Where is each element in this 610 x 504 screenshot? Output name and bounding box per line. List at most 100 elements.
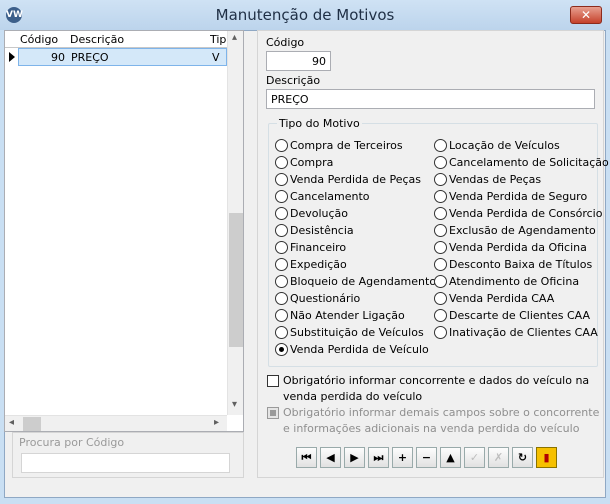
horizontal-scrollbar[interactable]: ◂ ▸	[5, 415, 227, 431]
radio-circle[interactable]	[275, 173, 288, 186]
codigo-field[interactable]: 90	[266, 51, 331, 71]
radio-label: Inativação de Clientes CAA	[449, 326, 598, 339]
prev-record-button[interactable]: ◀	[320, 447, 341, 468]
next-record-button[interactable]: ▶	[344, 447, 365, 468]
radio-circle[interactable]	[434, 326, 447, 339]
radio-tipo-4-col1[interactable]: Devolução	[275, 206, 435, 221]
radio-tipo-1-col1[interactable]: Compra	[275, 155, 435, 170]
cell-descricao[interactable]: PREÇO	[71, 51, 109, 64]
horizontal-scroll-thumb[interactable]	[23, 417, 41, 431]
checkbox-label: Obrigatório informar demais campos sobre…	[283, 406, 600, 435]
radio-circle[interactable]	[275, 241, 288, 254]
radio-tipo-11-col1[interactable]: Substituição de Veículos	[275, 325, 435, 340]
radio-circle[interactable]	[275, 292, 288, 305]
radio-tipo-5-col2[interactable]: Exclusão de Agendamento	[434, 223, 596, 238]
radio-circle[interactable]	[275, 275, 288, 288]
radio-tipo-8-col2[interactable]: Atendimento de Oficina	[434, 274, 594, 289]
radio-circle[interactable]	[275, 309, 288, 322]
window-title: Manutenção de Motivos	[215, 6, 395, 24]
search-group: Procura por Código	[12, 432, 244, 478]
last-record-button[interactable]: ⏭	[368, 447, 389, 468]
plus-icon: +	[397, 451, 408, 464]
radio-tipo-3-col1[interactable]: Cancelamento	[275, 189, 435, 204]
radio-circle[interactable]	[275, 207, 288, 220]
radio-tipo-6-col2[interactable]: Venda Perdida da Oficina	[434, 240, 594, 255]
scroll-down-icon[interactable]: ▾	[232, 399, 237, 410]
vertical-scroll-thumb[interactable]	[229, 213, 243, 347]
checkbox-box[interactable]	[267, 375, 279, 387]
radio-circle[interactable]	[434, 241, 447, 254]
cell-tipo[interactable]: V	[212, 51, 220, 64]
search-input[interactable]	[21, 453, 230, 473]
radio-selected-dot	[279, 347, 284, 352]
radio-circle[interactable]	[275, 190, 288, 203]
radio-circle[interactable]	[275, 258, 288, 271]
scroll-left-icon[interactable]: ◂	[9, 417, 14, 428]
radio-label: Compra	[290, 156, 334, 169]
vertical-scrollbar[interactable]: ▴ ▾	[227, 31, 243, 415]
radio-circle[interactable]	[434, 275, 447, 288]
scroll-right-icon[interactable]: ▸	[214, 417, 219, 428]
records-grid[interactable]: Código Descrição Tip 90 PREÇO V ▴ ▾ ◂ ▸	[4, 30, 244, 432]
radio-tipo-0-col1[interactable]: Compra de Terceiros	[275, 138, 435, 153]
radio-tipo-8-col1[interactable]: Bloqueio de Agendamento	[275, 274, 437, 289]
radio-tipo-7-col2[interactable]: Desconto Baixa de Títulos	[434, 257, 594, 272]
radio-tipo-9-col2[interactable]: Venda Perdida CAA	[434, 291, 594, 306]
radio-label: Cancelamento	[290, 190, 370, 203]
radio-circle[interactable]	[434, 207, 447, 220]
refresh-button[interactable]: ↻	[512, 447, 533, 468]
radio-circle[interactable]	[275, 343, 288, 356]
close-button[interactable]: ✕	[570, 6, 602, 24]
exit-button[interactable]: ▮	[536, 447, 557, 468]
radio-circle[interactable]	[434, 156, 447, 169]
radio-circle[interactable]	[434, 292, 447, 305]
title-bar: VW Manutenção de Motivos ✕	[0, 0, 610, 30]
radio-circle[interactable]	[275, 139, 288, 152]
radio-circle[interactable]	[434, 309, 447, 322]
first-record-button[interactable]: ⏮	[296, 447, 317, 468]
next-icon: ▶	[350, 451, 359, 464]
cell-codigo[interactable]: 90	[19, 51, 65, 64]
radio-label: Desconto Baixa de Títulos	[449, 258, 593, 271]
radio-circle[interactable]	[275, 224, 288, 237]
radio-tipo-9-col1[interactable]: Questionário	[275, 291, 435, 306]
radio-tipo-11-col2[interactable]: Inativação de Clientes CAA	[434, 325, 598, 340]
radio-tipo-0-col2[interactable]: Locação de Veículos	[434, 138, 594, 153]
prev-icon: ◀	[326, 451, 335, 464]
radio-circle[interactable]	[275, 326, 288, 339]
radio-tipo-7-col1[interactable]: Expedição	[275, 257, 435, 272]
radio-label: Venda Perdida de Consórcio	[449, 207, 603, 220]
radio-tipo-12-col1[interactable]: Venda Perdida de Veículo	[275, 342, 435, 357]
radio-circle[interactable]	[275, 156, 288, 169]
scroll-up-icon[interactable]: ▴	[232, 32, 237, 43]
radio-tipo-5-col1[interactable]: Desistência	[275, 223, 435, 238]
column-header-descricao[interactable]: Descrição	[70, 33, 208, 46]
radio-tipo-1-col2[interactable]: Cancelamento de Solicitação	[434, 155, 609, 170]
cancel-edit-button[interactable]: ✗	[488, 447, 509, 468]
descricao-label: Descrição	[266, 74, 321, 87]
radio-tipo-2-col2[interactable]: Vendas de Peças	[434, 172, 594, 187]
radio-circle[interactable]	[434, 139, 447, 152]
delete-button[interactable]: −	[416, 447, 437, 468]
radio-circle[interactable]	[434, 258, 447, 271]
edit-button[interactable]: ▲	[440, 447, 461, 468]
radio-tipo-10-col1[interactable]: Não Atender Ligação	[275, 308, 435, 323]
radio-tipo-2-col1[interactable]: Venda Perdida de Peças	[275, 172, 435, 187]
radio-circle[interactable]	[434, 173, 447, 186]
radio-tipo-3-col2[interactable]: Venda Perdida de Seguro	[434, 189, 594, 204]
post-button[interactable]: ✓	[464, 447, 485, 468]
concorrente-obrigatorio-checkbox[interactable]: Obrigatório informar concorrente e dados…	[267, 373, 597, 405]
radio-tipo-10-col2[interactable]: Descarte de Clientes CAA	[434, 308, 594, 323]
descricao-field[interactable]: PREÇO	[266, 89, 595, 109]
radio-tipo-4-col2[interactable]: Venda Perdida de Consórcio	[434, 206, 602, 221]
column-header-codigo[interactable]: Código	[20, 33, 70, 46]
current-row-indicator-icon	[9, 52, 15, 62]
table-row[interactable]: 90 PREÇO V	[5, 48, 227, 66]
insert-button[interactable]: +	[392, 447, 413, 468]
radio-circle[interactable]	[434, 224, 447, 237]
radio-circle[interactable]	[434, 190, 447, 203]
radio-label: Bloqueio de Agendamento	[290, 275, 437, 288]
column-header-tipo[interactable]: Tip	[210, 33, 227, 46]
radio-tipo-6-col1[interactable]: Financeiro	[275, 240, 435, 255]
first-icon: ⏮	[301, 451, 312, 464]
